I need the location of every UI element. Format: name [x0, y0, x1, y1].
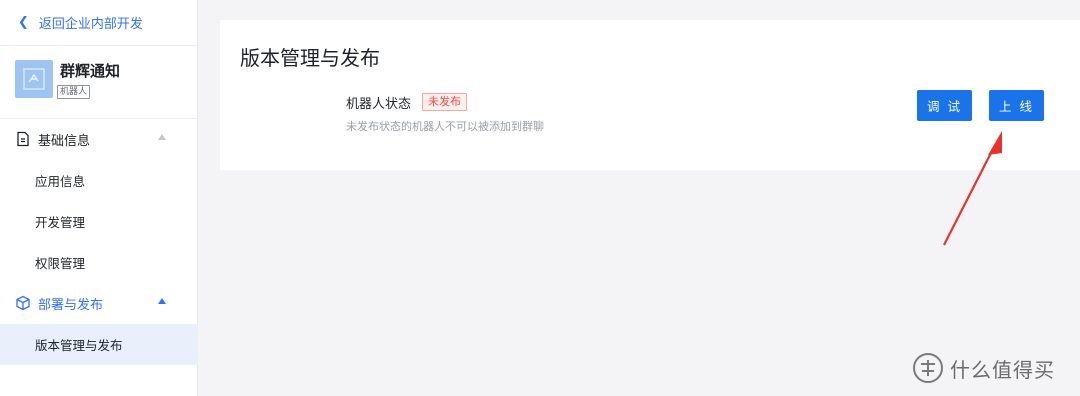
app-type-tag: 机器人 [57, 85, 91, 99]
status-badge: 未发布 [422, 93, 467, 111]
cube-icon [16, 295, 30, 311]
nav-group-basic-info[interactable]: 基础信息 [0, 119, 198, 159]
page-title: 版本管理与发布 [240, 46, 380, 70]
app-name: 群辉通知 [60, 62, 121, 80]
collapse-caret-icon[interactable] [158, 298, 166, 304]
annotation-arrow-icon [943, 131, 1002, 246]
sidebar-item-version-release[interactable]: 版本管理与发布 [0, 324, 198, 365]
debug-button[interactable]: 调 试 [917, 90, 972, 121]
bot-status-label: 机器人状态 [346, 97, 412, 112]
collapse-caret-icon[interactable] [158, 134, 166, 140]
nav-group-deploy-publish[interactable]: 部署与发布 [0, 283, 198, 323]
app-avatar [15, 60, 53, 98]
back-to-internal-dev-link[interactable]: ❮ 返回企业内部开发 [0, 0, 198, 46]
nav-group-label: 部署与发布 [38, 297, 104, 313]
go-online-button[interactable]: 上 线 [989, 90, 1044, 121]
back-link-label: 返回企业内部开发 [38, 17, 143, 32]
sidebar-item-app-info[interactable]: 应用信息 [0, 160, 198, 201]
sidebar-item-permission-management[interactable]: 权限管理 [0, 242, 198, 283]
app-card: 群辉通知 机器人 [0, 47, 198, 119]
watermark-logo-icon [913, 353, 943, 383]
watermark: 什么值得买 [912, 352, 1055, 384]
document-icon [17, 131, 29, 147]
status-hint-text: 未发布状态的机器人不可以被添加到群聊 [346, 120, 544, 133]
sidebar: ❮ 返回企业内部开发 群辉通知 机器人 基础信息 应用信息 开发管理 权限管理 … [0, 0, 198, 396]
nav-group-label: 基础信息 [38, 133, 91, 149]
bot-logo-icon [23, 68, 45, 90]
sidebar-item-dev-management[interactable]: 开发管理 [0, 201, 198, 242]
chevron-left-icon: ❮ [18, 15, 29, 30]
watermark-text: 什么值得买 [950, 357, 1055, 382]
